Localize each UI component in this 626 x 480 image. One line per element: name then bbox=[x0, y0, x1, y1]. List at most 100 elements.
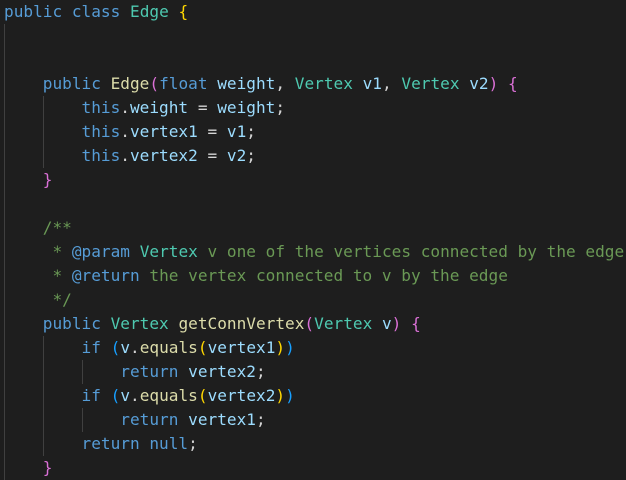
code-token: = bbox=[197, 122, 227, 141]
code-token: . bbox=[130, 386, 140, 405]
code-line[interactable]: public class Edge { bbox=[4, 0, 188, 24]
code-token: vertex2 bbox=[129, 146, 198, 165]
code-token: } bbox=[42, 458, 53, 477]
code-token: vertex2 bbox=[188, 362, 256, 381]
code-token: Edge bbox=[110, 74, 150, 93]
code-token: ( bbox=[197, 338, 208, 357]
code-token: ( bbox=[110, 386, 121, 405]
code-line[interactable]: this.vertex2 = v2; bbox=[4, 144, 256, 168]
code-token: return bbox=[120, 410, 179, 429]
code-line[interactable]: return vertex2; bbox=[4, 360, 266, 384]
code-line[interactable]: this.weight = weight; bbox=[4, 96, 286, 120]
code-token: ) bbox=[285, 338, 295, 357]
code-token: return bbox=[120, 362, 179, 381]
code-token: public bbox=[4, 2, 63, 21]
code-token: weight bbox=[217, 98, 276, 117]
code-line[interactable]: * @param Vertex v one of the vertices co… bbox=[4, 240, 624, 264]
code-token: ; bbox=[275, 98, 286, 117]
code-token: equals bbox=[139, 338, 198, 357]
code-token: Vertex bbox=[294, 74, 353, 93]
code-token: v1 bbox=[362, 74, 382, 93]
code-token: this bbox=[81, 122, 121, 141]
code-token: = bbox=[188, 98, 218, 117]
code-token: ; bbox=[255, 410, 266, 429]
code-token: ; bbox=[255, 362, 266, 381]
code-token: v2 bbox=[469, 74, 489, 93]
code-line[interactable]: /** bbox=[4, 216, 72, 240]
code-line[interactable]: public Edge(float weight, Vertex v1, Ver… bbox=[4, 72, 518, 96]
code-line[interactable]: return null; bbox=[4, 432, 198, 456]
code-token: v2 bbox=[226, 146, 247, 165]
code-token: . bbox=[120, 146, 130, 165]
code-token: public bbox=[42, 74, 101, 93]
code-token: vertex2 bbox=[207, 386, 276, 405]
code-token: @return bbox=[71, 266, 140, 285]
code-token: Vertex bbox=[401, 74, 460, 93]
code-token: class bbox=[71, 2, 121, 21]
code-token: * bbox=[52, 266, 72, 285]
code-line[interactable]: public Vertex getConnVertex(Vertex v) { bbox=[4, 312, 421, 336]
code-token: this bbox=[81, 146, 121, 165]
code-line[interactable]: if (v.equals(vertex2)) bbox=[4, 384, 295, 408]
code-token: , bbox=[382, 74, 402, 93]
code-line[interactable]: return vertex1; bbox=[4, 408, 266, 432]
code-token: /** bbox=[42, 218, 72, 237]
code-token: * bbox=[52, 242, 72, 261]
code-token: v one of the vertices connected by the e… bbox=[207, 242, 625, 261]
code-token: ( bbox=[197, 386, 208, 405]
code-editor[interactable]: public class Edge { public Edge(float we… bbox=[0, 0, 626, 480]
code-token: Edge bbox=[130, 2, 169, 21]
code-token: Vertex bbox=[139, 242, 198, 261]
code-token: return bbox=[81, 434, 140, 453]
code-line[interactable]: if (v.equals(vertex1)) bbox=[4, 336, 295, 360]
code-token: . bbox=[120, 98, 130, 117]
code-token: ( bbox=[149, 74, 160, 93]
code-line[interactable]: * @return the vertex connected to v by t… bbox=[4, 264, 507, 288]
code-token: . bbox=[130, 338, 140, 357]
code-token: */ bbox=[52, 290, 72, 309]
code-token: ) bbox=[275, 386, 286, 405]
code-token: vertex1 bbox=[129, 122, 198, 141]
code-token: ; bbox=[246, 122, 256, 141]
code-line[interactable]: } bbox=[4, 168, 53, 192]
code-token: ) bbox=[488, 74, 499, 93]
code-token: ( bbox=[304, 314, 315, 333]
code-token: = bbox=[197, 146, 227, 165]
code-line[interactable]: } bbox=[4, 456, 53, 480]
code-token: ; bbox=[246, 146, 256, 165]
code-line[interactable]: this.vertex1 = v1; bbox=[4, 120, 256, 144]
code-token: if bbox=[81, 338, 101, 357]
code-token: { bbox=[178, 2, 189, 21]
code-token: { bbox=[411, 314, 421, 333]
code-token: v bbox=[381, 314, 392, 333]
code-line[interactable]: */ bbox=[4, 288, 72, 312]
code-token: @param bbox=[71, 242, 130, 261]
code-token: ( bbox=[110, 338, 121, 357]
